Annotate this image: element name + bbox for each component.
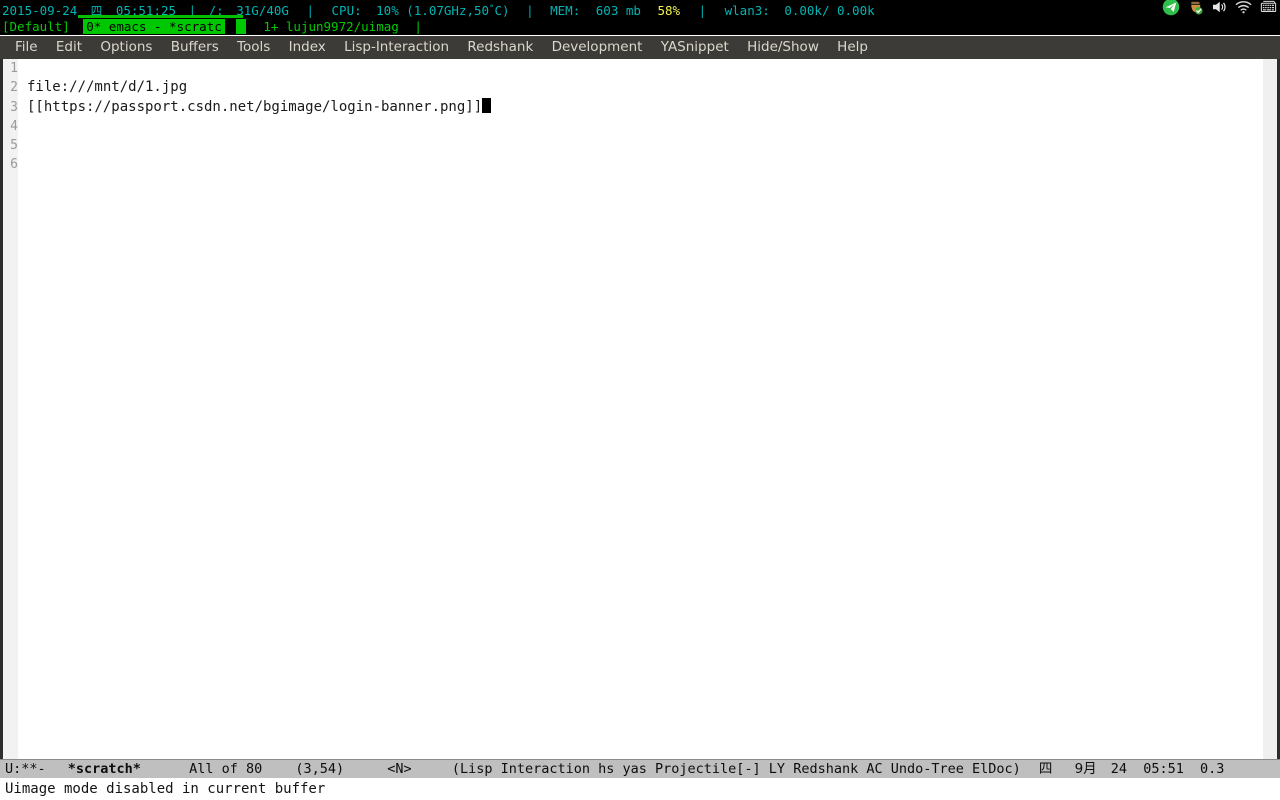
taskbar-items: [Default] 0* emacs - *scratc | 1+ lujun9… [2,18,422,35]
menu-item-buffers[interactable]: Buffers [164,36,226,59]
emacs-menu-bar: File Edit Options Buffers Tools Index Li… [0,36,1280,59]
line-number: 5 [3,136,18,156]
buffer-lines: 1 2 file:///mnt/d/1.jpg 3 [[https://pass… [3,59,1263,175]
text-cursor [482,97,492,113]
status-cpu-label: CPU: [331,3,362,18]
mode-line-weekday: 四 [1038,761,1053,777]
system-tray[interactable] [1162,0,1278,18]
menu-item-file[interactable]: File [8,36,45,59]
status-net-value: 0.00k/ 0.00k [784,3,875,18]
mode-line-encoding: U:**- [5,761,46,777]
mode-line-modes: (Lisp Interaction hs yas Projectile[-] L… [451,761,1021,777]
window-taskbar: [Default] 0* emacs - *scratc | 1+ lujun9… [0,18,1280,35]
status-separator-4: | [698,3,707,18]
mode-line-evil-state: <N> [387,761,412,777]
status-date: 2015-09-24 [2,3,78,18]
status-net-label: wlan3: [724,3,770,18]
mode-line-day: 24 [1110,761,1128,777]
buffer-scrollbar[interactable] [1263,59,1277,759]
mode-line-load-average: 0.3 [1199,761,1225,777]
keyboard-icon[interactable] [1259,0,1278,18]
echo-area-message: Uimage mode disabled in current buffer [5,781,326,797]
line-text: file:///mnt/d/1.jpg [27,79,188,96]
status-separator-3: | [526,3,534,18]
buffer-line-row: 4 [3,116,1263,137]
taskbar-window-uimage[interactable]: 1+ lujun9972/uimag [263,19,398,34]
buffer-line-row: 2 file:///mnt/d/1.jpg [3,78,1263,98]
mode-line-segments: U:**- *scratch* All of 80 (3,54) <N> (Li… [5,760,1224,778]
scratch-buffer[interactable]: 1 2 file:///mnt/d/1.jpg 3 [[https://pass… [3,59,1263,759]
mode-line-time: 05:51 [1143,761,1184,777]
mode-line-month: 9月 [1074,761,1097,777]
menu-item-hide-show[interactable]: Hide/Show [740,36,826,59]
menu-item-index[interactable]: Index [282,36,333,59]
status-cpu-value-tail: C) [494,3,510,18]
emacs-frame: 1 2 file:///mnt/d/1.jpg 3 [[https://pass… [0,59,1280,759]
telegram-icon[interactable] [1162,0,1180,18]
mode-line-buffer-name: *scratch* [67,761,141,777]
buffer-line-row: 5 [3,136,1263,156]
status-mem-value: 603 mb [595,3,641,18]
menu-item-development[interactable]: Development [545,36,650,59]
system-status-bar: 2015-09-24 四 05:51:25 | /: 31G/40G | CPU… [0,0,1280,18]
emacs-echo-area: Uimage mode disabled in current buffer [0,778,1280,800]
menu-item-lisp-interaction[interactable]: Lisp-Interaction [337,36,456,59]
taskbar-window-emacs-tail: | [236,19,246,34]
volume-icon[interactable] [1210,0,1228,18]
menu-item-help[interactable]: Help [830,36,875,59]
line-number: 2 [3,78,18,98]
status-mem-percent: 58% [657,3,681,18]
wifi-icon[interactable] [1234,0,1253,18]
taskbar-trailing-separator: | [414,19,422,34]
line-number: 4 [3,116,18,137]
menu-item-edit[interactable]: Edit [49,36,89,59]
status-cpu-value: 10% (1.07GHz,50 [376,3,490,18]
buffer-line-row: 6 [3,155,1263,175]
menu-item-options[interactable]: Options [93,36,159,59]
menu-item-tools[interactable]: Tools [230,36,277,59]
buffer-line-row: 3 [[https://passport.csdn.net/bgimage/lo… [3,97,1263,117]
taskbar-window-emacs[interactable]: 0* emacs - *scratc [83,19,225,34]
line-number: 3 [3,97,18,117]
taskbar-desktop-label[interactable]: [Default] [2,19,70,34]
buffer-line-row: 1 [3,59,1263,79]
status-mem-label: MEM: [550,3,581,18]
menu-item-redshank[interactable]: Redshank [460,36,540,59]
emacs-mode-line: U:**- *scratch* All of 80 (3,54) <N> (Li… [0,759,1280,778]
line-number: 6 [3,155,18,175]
line-number: 1 [3,59,18,79]
acorn-sync-icon[interactable] [1186,0,1204,18]
line-text: [[https://passport.csdn.net/bgimage/logi… [27,98,483,115]
menu-item-yasnippet[interactable]: YASnippet [654,36,736,59]
mode-line-cursor-position: (3,54) [295,761,345,777]
desktop-screen: 2015-09-24 四 05:51:25 | /: 31G/40G | CPU… [0,0,1280,800]
mode-line-position: All of 80 [189,761,263,777]
status-separator-2: | [306,3,314,18]
